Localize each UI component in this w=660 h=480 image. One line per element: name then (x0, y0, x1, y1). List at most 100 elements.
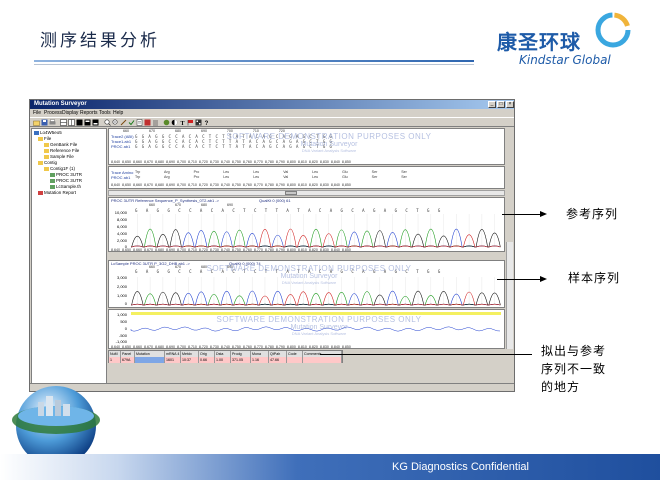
svg-text:T: T (180, 121, 184, 126)
svg-text:?: ? (205, 121, 209, 126)
folder-icon (44, 166, 49, 171)
window-title: Mutation Surveyor (34, 101, 87, 107)
mutation-surveyor-window: Mutation Surveyor _ □ × File Process Dis… (29, 99, 515, 392)
alignment-scrollbar[interactable] (108, 190, 505, 196)
reference-callout-line (502, 214, 544, 215)
menu-display[interactable]: Display (62, 109, 78, 117)
folder-icon (38, 136, 43, 141)
mutation-table: NuM Panel Mutation mRNA 4 Metdx Orig Dst… (108, 350, 343, 363)
reference-sequence-label: 参考序列 (566, 207, 619, 221)
amino-acid-ruler: 8,640 8,650 8,660 8,670 8,680 8,690 8,70… (111, 183, 351, 187)
text-icon[interactable]: T (179, 119, 186, 126)
table-cell: 371.05 (231, 357, 251, 363)
menu-help[interactable]: Help (113, 109, 123, 117)
reference-x-axis: 8,640 8,650 8,660 8,670 8,680 8,690 8,70… (111, 248, 351, 252)
table-cell: 1 (109, 357, 121, 363)
edit-icon[interactable] (120, 119, 127, 126)
menu-file[interactable]: File (33, 109, 41, 117)
mismatch-label-line: 序列不一致 (541, 362, 607, 376)
table-cell: 1.00 (215, 357, 231, 363)
logo-english-name: Kindstar Global (519, 53, 611, 67)
table-cell: 1601 (165, 357, 181, 363)
open-icon[interactable] (33, 119, 40, 126)
report-icon (38, 190, 43, 195)
reference-chromatogram (131, 214, 501, 248)
table-cell: 10:37 (181, 357, 199, 363)
sample-callout-arrow-icon (540, 276, 547, 282)
trace-icon[interactable] (163, 119, 170, 126)
footer-band (0, 454, 660, 480)
layout-4-icon[interactable] (84, 119, 91, 126)
menu-reports[interactable]: Reports (80, 109, 98, 117)
folder-icon (44, 142, 49, 147)
check-icon[interactable] (128, 119, 135, 126)
reference-trace-panel: PROC 3UTR Reference Sequence_P_Synthesis… (108, 197, 505, 252)
window-titlebar: Mutation Surveyor _ □ × (30, 100, 514, 109)
slide-title: 测序结果分析 (40, 31, 160, 51)
watermark-sample: SOFTWARE DEMONSTRATION PURPOSES ONLY Mut… (206, 264, 412, 285)
reference-callout-arrow-icon (540, 211, 547, 217)
minimize-icon[interactable]: _ (488, 101, 496, 108)
layout-2-icon[interactable] (68, 119, 75, 126)
print-icon[interactable] (49, 119, 56, 126)
layout-1-icon[interactable] (60, 119, 67, 126)
table-row[interactable]: 1 679A 1601 10:37 0.66 1.00 371.05 1.16 … (109, 357, 342, 363)
toolbar: T ? (30, 117, 514, 127)
sequence-icon (50, 178, 55, 183)
zoom-out-icon[interactable] (112, 119, 119, 126)
table-cell (287, 357, 303, 363)
mismatch-label-line: 的地方 (541, 380, 581, 394)
alignment-scroll-thumb[interactable] (285, 191, 297, 195)
close-icon[interactable]: × (506, 101, 514, 108)
contrast-icon[interactable] (171, 119, 178, 126)
help-icon[interactable]: ? (203, 119, 210, 126)
menu-tools[interactable]: Tools (99, 109, 111, 117)
watermark-difference: SOFTWARE DEMONSTRATION PURPOSES ONLY Mut… (216, 315, 422, 336)
sequence-icon (50, 184, 55, 189)
flag-icon[interactable] (187, 119, 194, 126)
folder-icon (44, 154, 49, 159)
save-icon[interactable] (41, 119, 48, 126)
trace-peak-C (131, 228, 501, 248)
amino-acid-row-1: Trp Arg Pro Leu Leu Val Leu Glu Ser Ser (135, 170, 407, 174)
difference-x-axis: 8,640 8,650 8,660 8,670 8,680 8,690 8,70… (111, 345, 351, 349)
table-cell (303, 357, 342, 363)
sample-trace-panel: LcSample PROC 3UTR P_3G2_DHB ab1 -> Qual… (108, 260, 505, 308)
trace-peak-T (131, 291, 501, 306)
trace-peak-A (131, 228, 501, 248)
trace-peak-A (131, 291, 501, 306)
tree-item-mutation-report[interactable]: Mutation Report (38, 190, 76, 196)
mismatch-label-line: 拟出与参考 (541, 344, 607, 358)
mismatch-label: 拟出与参考 序列不一致 的地方 (541, 342, 606, 396)
grid-icon[interactable] (195, 119, 202, 126)
trace-vertical-scrollbar[interactable] (506, 242, 513, 349)
zoom-in-icon[interactable] (104, 119, 111, 126)
layout-3-icon[interactable] (76, 119, 83, 126)
table-cell: 1.16 (251, 357, 269, 363)
title-rule-thin (34, 64, 474, 65)
report-icon[interactable] (136, 119, 143, 126)
project-icon (34, 130, 39, 135)
align-icon[interactable] (152, 119, 159, 126)
trace-peak-T (131, 228, 501, 248)
sample-sequence-label: 样本序列 (568, 271, 621, 285)
mutation-difference-panel: 1,000 500 0 -500 -1,000 SOFTWARE DEMONST… (108, 309, 505, 349)
trace-label-3: PROC ab1 (111, 144, 131, 149)
mutation-icon[interactable] (144, 119, 151, 126)
table-cell-mutation (135, 357, 165, 363)
maximize-icon[interactable]: □ (497, 101, 505, 108)
menu-bar: File Process Display Reports Tools Help (30, 109, 514, 117)
layout-5-icon[interactable] (92, 119, 99, 126)
title-rule (34, 60, 474, 62)
table-cell: 679A (121, 357, 135, 363)
alignment-base-ruler: 8,640 8,650 8,660 8,670 8,680 8,690 8,70… (111, 160, 351, 164)
folder-icon (44, 148, 49, 153)
menu-process[interactable]: Process (44, 109, 62, 117)
logo-swirl-icon (595, 12, 631, 48)
sample-callout-line (497, 279, 544, 280)
amino-label-2: PROC ab1 (111, 175, 131, 180)
trace-peak-G (131, 229, 501, 248)
folder-icon (38, 160, 43, 165)
watermark-top: SOFTWARE DEMONSTRATION PURPOSES ONLY Mut… (226, 132, 432, 153)
project-tree: Lo4W5eo5 File GenBank File Reference Fil… (31, 128, 107, 390)
